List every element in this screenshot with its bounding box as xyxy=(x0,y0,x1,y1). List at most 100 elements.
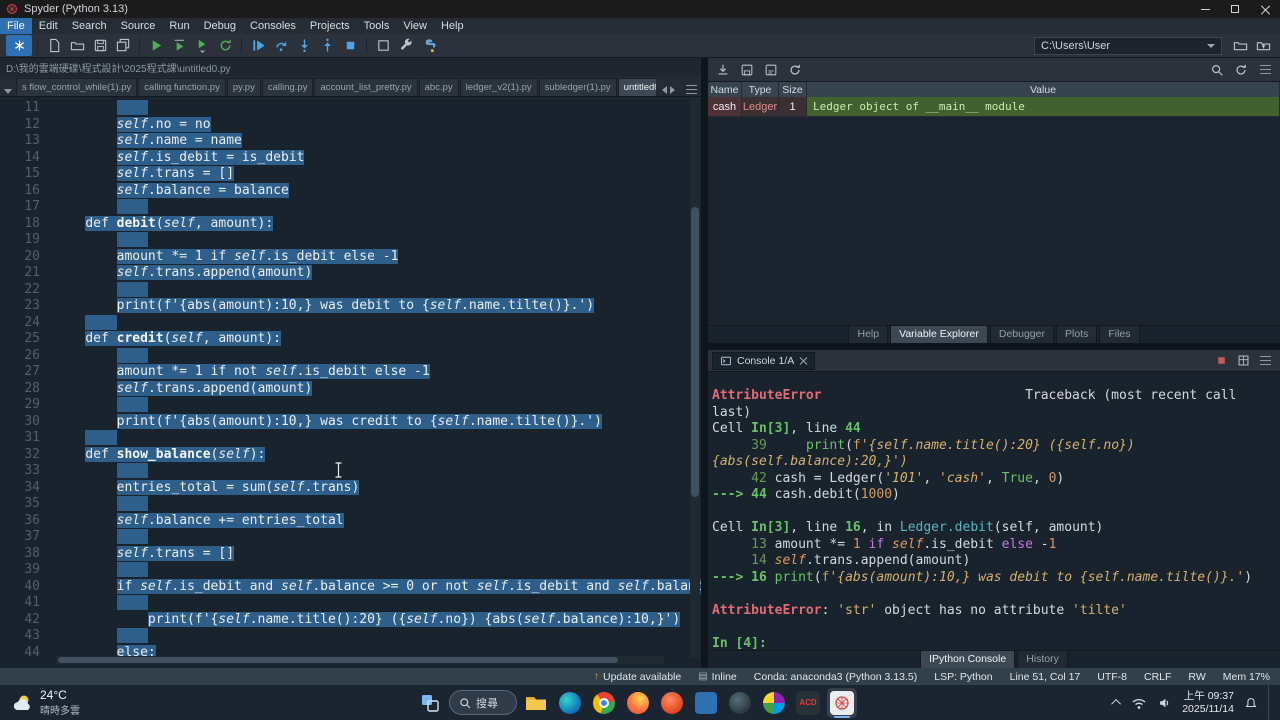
taskbar-app-acdsee[interactable]: ACD xyxy=(793,688,823,718)
code-line[interactable]: 13 self.name = name xyxy=(0,133,701,150)
code-line[interactable]: 27 amount *= 1 if not self.is_debit else… xyxy=(0,364,701,381)
console-options-menu-icon[interactable] xyxy=(1254,350,1276,371)
taskbar-app-firefox[interactable] xyxy=(623,688,653,718)
code-line[interactable]: 33 xyxy=(0,463,701,480)
step-return-icon[interactable] xyxy=(316,35,338,56)
save-data-as-icon[interactable] xyxy=(760,59,782,80)
taskbar-app-red[interactable] xyxy=(657,688,687,718)
stop-debug-icon[interactable] xyxy=(339,35,361,56)
code-line[interactable]: 26 xyxy=(0,347,701,365)
code-line[interactable]: 40 if self.is_debit and self.balance >= … xyxy=(0,578,701,596)
code-line[interactable]: 19 xyxy=(0,232,701,249)
status-item[interactable]: CRLF xyxy=(1144,671,1171,683)
taskbar-app-spyder[interactable] xyxy=(827,687,857,718)
editor-tab[interactable]: calling.py xyxy=(261,78,314,96)
maximize-button[interactable] xyxy=(1220,0,1250,18)
code-line[interactable]: 20 amount *= 1 if self.is_debit else -1 xyxy=(0,248,701,266)
code-line[interactable]: 16 self.balance = balance xyxy=(0,182,701,200)
browse-directory-icon[interactable] xyxy=(1229,35,1251,56)
code-line[interactable]: 18 def debit(self, amount): xyxy=(0,215,701,233)
search-icon[interactable] xyxy=(1206,59,1228,80)
editor-tab[interactable]: s flow_control_while(1).py xyxy=(16,78,138,96)
console-tab-history[interactable]: History xyxy=(1017,650,1068,668)
menu-consoles[interactable]: Consoles xyxy=(243,18,303,34)
rerun-cell-icon[interactable] xyxy=(214,35,236,56)
menu-run[interactable]: Run xyxy=(162,18,196,34)
code-line[interactable]: 42 print(f'{self.name.title():20} ({self… xyxy=(0,611,701,629)
working-directory-combo[interactable]: C:\Users\User xyxy=(1034,36,1222,55)
taskbar-app-blue[interactable] xyxy=(691,688,721,718)
variable-name[interactable]: cash xyxy=(708,97,742,117)
status-item[interactable]: RW xyxy=(1188,671,1205,683)
run-icon[interactable] xyxy=(145,35,167,56)
scroll-tabs-left-icon[interactable] xyxy=(662,85,667,94)
panel-tab-files[interactable]: Files xyxy=(1099,325,1140,343)
horizontal-splitter[interactable] xyxy=(708,343,1280,350)
editor-options-menu-icon[interactable] xyxy=(686,85,697,94)
code-line[interactable]: 35 xyxy=(0,496,701,513)
code-line[interactable]: 24 xyxy=(0,314,701,332)
menu-view[interactable]: View xyxy=(396,18,434,34)
variable-value[interactable]: Ledger object of __main__ module xyxy=(807,97,1280,117)
taskbar-app-colored[interactable] xyxy=(759,688,789,718)
code-line[interactable]: 31 xyxy=(0,430,701,447)
editor-tab[interactable]: account_list_pretty.py xyxy=(314,78,418,96)
code-line[interactable]: 21 self.trans.append(amount) xyxy=(0,265,701,282)
menu-source[interactable]: Source xyxy=(114,18,163,34)
column-header-value[interactable]: Value xyxy=(807,82,1280,97)
editor-tab[interactable]: py.py xyxy=(226,78,261,96)
code-line[interactable]: 29 xyxy=(0,397,701,414)
save-all-icon[interactable] xyxy=(112,35,134,56)
menu-debug[interactable]: Debug xyxy=(197,18,243,34)
code-line[interactable]: 28 self.trans.append(amount) xyxy=(0,380,701,398)
python-path-icon[interactable] xyxy=(418,35,440,56)
new-file-icon[interactable] xyxy=(43,35,65,56)
editor-tab[interactable]: subledger(1).py xyxy=(538,78,617,96)
column-header-name[interactable]: Name xyxy=(708,82,742,97)
code-line[interactable]: 25 def credit(self, amount): xyxy=(0,331,701,348)
close-button[interactable] xyxy=(1250,0,1280,18)
code-line[interactable]: 38 self.trans = [] xyxy=(0,545,701,563)
panel-tab-plots[interactable]: Plots xyxy=(1055,325,1098,343)
taskbar-app-edge[interactable] xyxy=(555,688,585,718)
code-line[interactable]: 43 xyxy=(0,628,701,645)
open-file-icon[interactable] xyxy=(66,35,88,56)
code-line[interactable]: 11 xyxy=(0,100,701,117)
menu-tools[interactable]: Tools xyxy=(357,18,397,34)
inspect-icon[interactable] xyxy=(1232,350,1254,371)
interrupt-kernel-icon[interactable] xyxy=(1210,350,1232,371)
parent-directory-icon[interactable] xyxy=(1252,35,1274,56)
volume-icon[interactable] xyxy=(1157,696,1172,710)
status-item[interactable]: Line 51, Col 17 xyxy=(1010,671,1081,683)
maximize-pane-icon[interactable] xyxy=(372,35,394,56)
vertical-splitter[interactable] xyxy=(701,58,708,668)
column-header-size[interactable]: Size xyxy=(779,82,807,97)
menu-help[interactable]: Help xyxy=(434,18,471,34)
column-header-type[interactable]: Type xyxy=(742,82,779,97)
taskbar-clock[interactable]: 上午 09:37 2025/11/14 xyxy=(1182,690,1234,716)
task-view-icon[interactable] xyxy=(415,688,445,718)
code-line[interactable]: 32 def show_balance(self): xyxy=(0,446,701,464)
variable-row[interactable]: cash Ledger 1 Ledger object of __main__ mod… xyxy=(708,97,1280,117)
taskbar-app-dark[interactable] xyxy=(725,688,755,718)
status-item[interactable]: Conda: anaconda3 (Python 3.13.5) xyxy=(754,671,917,683)
console-tab-ipython-console[interactable]: IPython Console xyxy=(920,650,1016,668)
code-line[interactable]: 37 xyxy=(0,529,701,546)
code-line[interactable]: 34 entries_total = sum(self.trans) xyxy=(0,479,701,497)
taskbar-app-file-explorer[interactable] xyxy=(521,688,551,718)
code-line[interactable]: 23 print(f'{abs(amount):10,} was debit t… xyxy=(0,298,701,315)
menu-edit[interactable]: Edit xyxy=(32,18,65,34)
status-item[interactable]: LSP: Python xyxy=(934,671,992,683)
taskbar-search[interactable]: 搜尋 xyxy=(449,690,517,715)
panel-tab-variable-explorer[interactable]: Variable Explorer xyxy=(890,325,988,343)
step-over-icon[interactable] xyxy=(270,35,292,56)
spyder-home-icon[interactable] xyxy=(6,35,32,56)
editor-horizontal-scrollbar[interactable] xyxy=(56,656,664,664)
preferences-wrench-icon[interactable] xyxy=(395,35,417,56)
import-data-icon[interactable] xyxy=(712,59,734,80)
minimize-button[interactable] xyxy=(1190,0,1220,18)
code-line[interactable]: 12 self.no = no xyxy=(0,116,701,134)
variable-size[interactable]: 1 xyxy=(779,97,807,117)
browse-tabs-icon[interactable] xyxy=(4,89,12,94)
code-line[interactable]: 14 self.is_debit = is_debit xyxy=(0,149,701,167)
